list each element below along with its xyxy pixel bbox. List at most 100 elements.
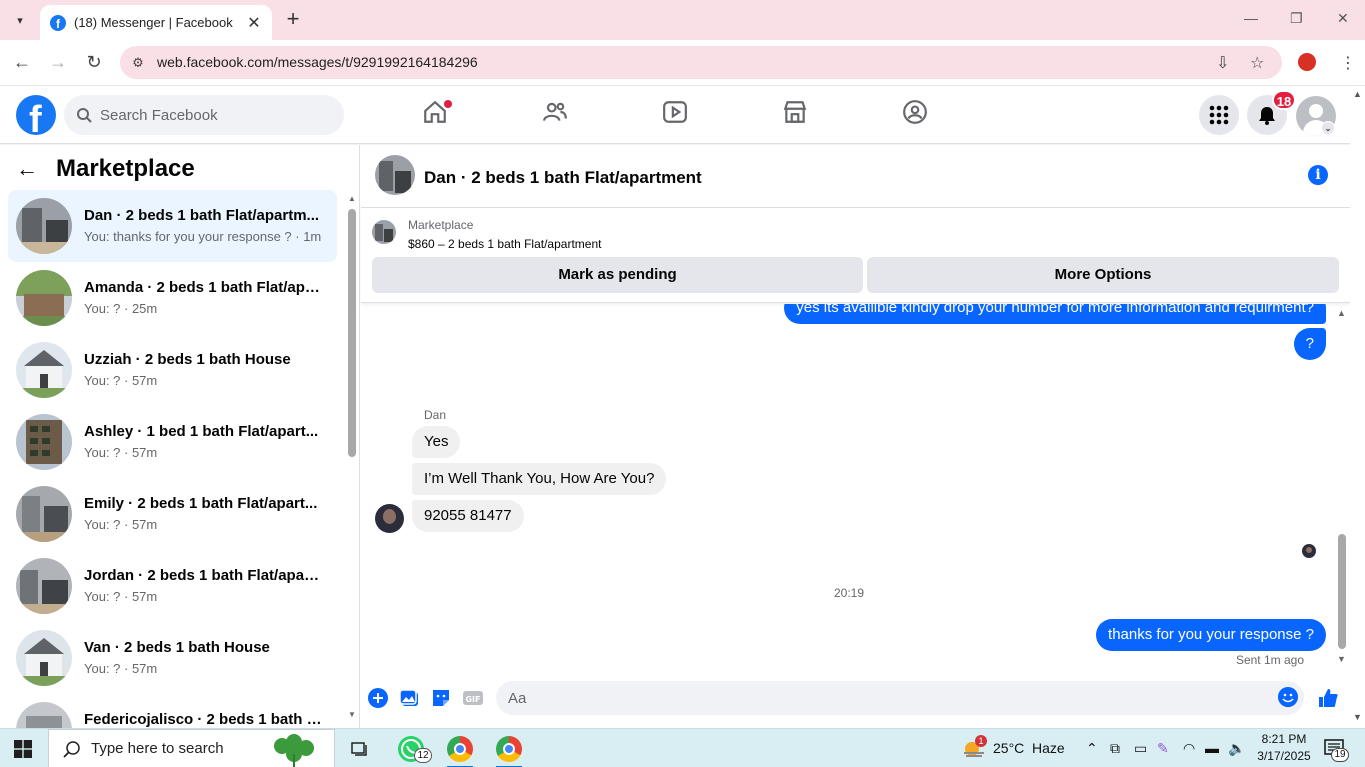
tab-close-icon[interactable]: ✕ — [246, 13, 262, 33]
gif-icon[interactable]: GIF — [462, 687, 484, 709]
back-arrow-icon[interactable]: ← — [16, 156, 46, 182]
window-close-icon[interactable]: ✕ — [1337, 10, 1349, 27]
clover-decoration-icon — [274, 734, 314, 767]
volume-muted-icon[interactable]: 🔈 — [1228, 740, 1245, 757]
outgoing-message[interactable]: ? — [1293, 328, 1326, 360]
browser-menu-icon[interactable]: ⋮ — [1340, 53, 1356, 73]
message-input-box[interactable] — [496, 681, 1304, 715]
listing-source: Marketplace — [408, 218, 474, 232]
scroll-down-icon[interactable]: ▼ — [348, 710, 356, 719]
restore-icon[interactable]: ❐ — [1290, 10, 1303, 27]
weather-alert-badge: 1 — [975, 735, 987, 747]
browser-tab-strip: ▾ f (18) Messenger | Facebook ✕ + — ❐ ✕ — [0, 0, 1365, 40]
chat-scrollbar[interactable]: ▲ ▼ — [1335, 306, 1349, 666]
wifi-icon[interactable]: ◠ — [1183, 740, 1195, 757]
listing-price[interactable]: $860 – 2 beds 1 bath Flat/apartment — [408, 237, 601, 251]
meet-now-icon[interactable]: ⧉ — [1110, 740, 1120, 757]
groups-icon[interactable] — [902, 99, 932, 129]
info-icon[interactable]: i — [1308, 165, 1328, 185]
back-arrow-icon[interactable]: ← — [12, 52, 32, 72]
outgoing-message[interactable]: yes its availible kindly drop your numbe… — [784, 304, 1326, 324]
install-app-icon[interactable]: ⇩ — [1216, 53, 1229, 73]
sidebar-scrollbar-thumb[interactable] — [348, 209, 356, 457]
sender-name: Dan — [424, 408, 447, 422]
clock-time: 8:21 PM — [1261, 732, 1307, 746]
scroll-up-icon[interactable]: ▲ — [1353, 89, 1362, 99]
sticker-icon[interactable] — [430, 687, 452, 709]
plus-circle-icon[interactable] — [367, 687, 389, 709]
facebook-top-nav: f — [0, 87, 1350, 144]
facebook-search-box[interactable] — [64, 95, 344, 135]
conversation-name: Jordan · 2 beds 1 bath Flat/apart... — [84, 567, 324, 584]
svg-text:GIF: GIF — [465, 695, 480, 704]
sidebar-scrollbar[interactable]: ▲ ▼ — [346, 194, 356, 719]
conversation-item[interactable]: Ashley · 1 bed 1 bath Flat/apart... You:… — [8, 406, 337, 478]
video-icon[interactable] — [662, 99, 692, 129]
windows-start-icon[interactable] — [14, 740, 32, 758]
tab-search-dropdown-icon[interactable]: ▾ — [8, 8, 32, 32]
chat-listing-thumbnail[interactable] — [375, 155, 415, 195]
mark-as-pending-button[interactable]: Mark as pending — [372, 257, 863, 293]
profile-icon[interactable] — [1298, 53, 1316, 71]
search-input[interactable] — [100, 106, 320, 124]
outgoing-message[interactable]: thanks for you your response ? — [1096, 619, 1326, 651]
conversation-item[interactable]: Federicojalisco · 2 beds 1 bath Fl... — [8, 694, 337, 728]
scroll-up-icon[interactable]: ▲ — [348, 194, 356, 203]
notification-count-badge: 18 — [1272, 90, 1296, 110]
incoming-message[interactable]: I’m Well Thank You, How Are You? — [412, 463, 667, 495]
message-input[interactable] — [508, 689, 1248, 707]
sender-avatar[interactable] — [375, 504, 404, 533]
listing-thumbnail[interactable] — [372, 220, 396, 244]
listing-banner: Marketplace $860 – 2 beds 1 bath Flat/ap… — [361, 208, 1350, 303]
reload-icon[interactable]: ↻ — [84, 52, 104, 72]
friends-icon[interactable] — [542, 99, 572, 129]
facebook-logo-icon[interactable]: f — [16, 95, 56, 135]
conversation-item[interactable]: Emily · 2 beds 1 bath Flat/apart... You:… — [8, 478, 337, 550]
scroll-up-icon[interactable]: ▲ — [1337, 308, 1346, 318]
page-scrollbar[interactable]: ▲ ▼ — [1350, 87, 1365, 728]
task-view-icon[interactable] — [350, 739, 370, 759]
conversation-item[interactable]: Van · 2 beds 1 bath House You: ? · 57m — [8, 622, 337, 694]
more-options-button[interactable]: More Options — [867, 257, 1339, 293]
conversation-snippet: You: ? · 57m — [84, 445, 158, 460]
conversation-item[interactable]: Dan · 2 beds 1 bath Flat/apartm... You: … — [8, 190, 337, 262]
minimize-icon[interactable]: — — [1244, 10, 1258, 26]
taskbar-search-box[interactable]: Type here to search — [48, 729, 335, 767]
taskbar-search-text: Type here to search — [91, 740, 224, 757]
chrome-profile-icon[interactable] — [496, 736, 522, 762]
camera-icon[interactable]: ▭ — [1134, 740, 1147, 757]
chat-header: Dan · 2 beds 1 bath Flat/apartment i — [361, 145, 1350, 208]
conversation-name: Ashley · 1 bed 1 bath Flat/apart... — [84, 423, 319, 440]
scroll-down-icon[interactable]: ▼ — [1337, 654, 1346, 664]
site-info-icon[interactable]: ⚙ — [128, 53, 148, 73]
chat-title[interactable]: Dan · 2 beds 1 bath Flat/apartment — [424, 168, 702, 188]
pen-icon[interactable]: ✎ — [1157, 740, 1169, 757]
weather-description[interactable]: Haze — [1032, 740, 1065, 756]
incoming-message[interactable]: Yes — [412, 426, 461, 458]
clock-date: 3/17/2025 — [1257, 749, 1311, 763]
account-chevron-down-icon[interactable]: ⌄ — [1321, 121, 1335, 135]
browser-tab[interactable]: f (18) Messenger | Facebook ✕ — [40, 5, 272, 40]
bookmark-star-icon[interactable]: ☆ — [1250, 53, 1264, 73]
weather-temperature[interactable]: 25°C — [993, 740, 1024, 756]
forward-arrow-icon[interactable]: → — [48, 52, 68, 72]
conversation-item[interactable]: Jordan · 2 beds 1 bath Flat/apart... You… — [8, 550, 337, 622]
scroll-down-icon[interactable]: ▼ — [1353, 712, 1362, 722]
new-tab-icon[interactable]: + — [283, 8, 303, 32]
conversation-item[interactable]: Amanda · 2 beds 1 bath Flat/apa... You: … — [8, 262, 337, 334]
chrome-icon[interactable] — [447, 736, 473, 762]
incoming-message[interactable]: 92055 81477 — [412, 500, 524, 532]
conversation-item[interactable]: Uzziah · 2 beds 1 bath House You: ? · 57… — [8, 334, 337, 406]
url-text[interactable]: web.facebook.com/messages/t/929199216418… — [157, 54, 478, 70]
battery-icon[interactable]: ▬ — [1205, 740, 1219, 756]
conversation-snippet: You: ? · 57m — [84, 373, 158, 388]
taskbar-clock[interactable]: 8:21 PM 3/17/2025 — [1254, 731, 1314, 765]
thumbs-up-icon[interactable] — [1317, 687, 1339, 709]
photo-icon[interactable] — [399, 687, 421, 709]
menu-grid-button[interactable] — [1199, 95, 1239, 135]
chat-scrollbar-thumb[interactable] — [1338, 534, 1346, 649]
address-bar[interactable]: ⚙ web.facebook.com/messages/t/9291992164… — [120, 46, 1282, 79]
marketplace-icon[interactable] — [782, 99, 812, 129]
emoji-icon[interactable] — [1278, 687, 1298, 707]
tray-chevron-up-icon[interactable]: ⌃ — [1086, 740, 1098, 757]
